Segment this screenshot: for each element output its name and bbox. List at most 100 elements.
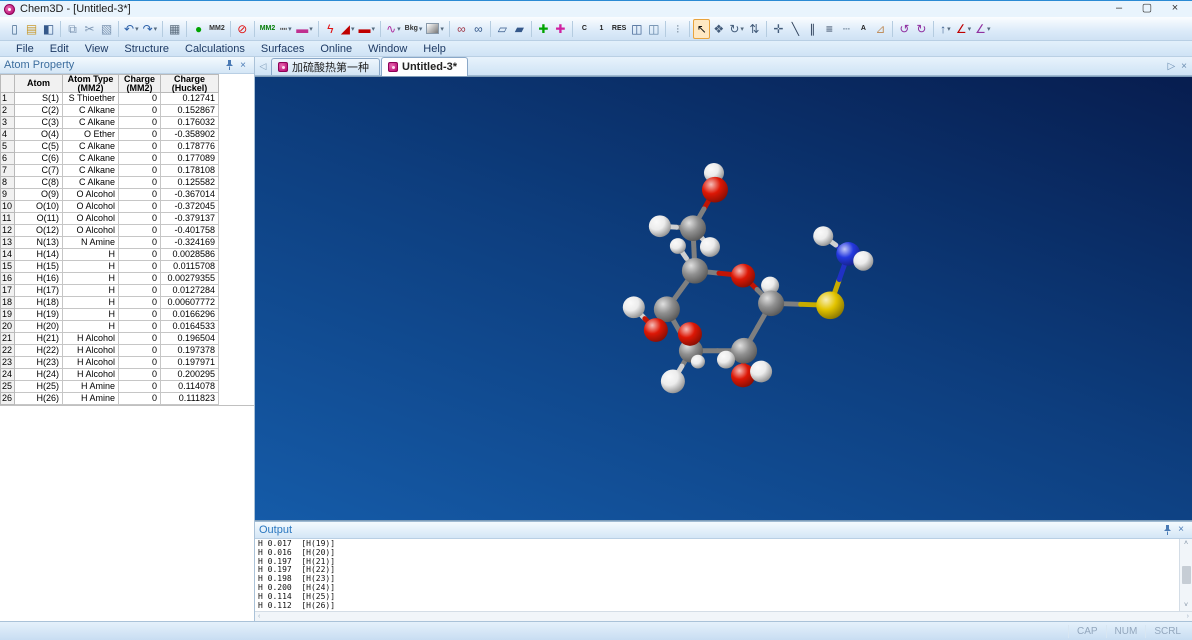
table-cell[interactable]: 0.0115708 [160,260,219,273]
rotate-bond-right-icon[interactable]: ↻ [913,19,930,39]
table-cell[interactable]: 0 [118,332,161,345]
pin-icon[interactable] [222,59,236,72]
table-cell[interactable]: 0 [118,320,161,333]
zoom-tool-icon[interactable]: ⇅ [746,19,763,39]
table-cell[interactable]: 0.177089 [160,152,219,165]
close-panel-icon[interactable]: × [236,59,250,72]
row-number-cell[interactable]: 24 [0,368,15,381]
atom-H[interactable] [660,369,685,394]
copy-icon[interactable]: ⧉ [64,19,81,39]
table-cell[interactable]: 0.152867 [160,104,219,117]
row-number-cell[interactable]: 17 [0,284,15,297]
table-cell[interactable]: C(7) [14,164,63,177]
atom-H[interactable] [669,238,686,254]
atom-C[interactable] [681,257,708,284]
table-cell[interactable]: C Alkane [62,152,119,165]
table-cell[interactable]: C(6) [14,152,63,165]
row-number-cell[interactable]: 8 [0,176,15,189]
table-cell[interactable]: 0.0166296 [160,308,219,321]
table-cell[interactable]: H(15) [14,260,63,273]
row-number-cell[interactable]: 18 [0,296,15,309]
atom-H[interactable] [690,354,705,369]
table-cell[interactable]: 0.0127284 [160,284,219,297]
table-cell[interactable]: H(23) [14,356,63,369]
row-number-cell[interactable]: 3 [0,116,15,129]
output-vertical-scrollbar[interactable]: ˄ ˅ [1179,538,1192,611]
print-icon[interactable]: ▦ [166,19,183,39]
row-number-cell[interactable]: 23 [0,356,15,369]
atom-H[interactable] [648,215,671,238]
rectangle-tool-icon[interactable]: ▬ ▾ [294,19,315,39]
tab-scroll-right-icon[interactable]: ▷ [1167,61,1175,72]
run-job-icon[interactable]: ● [190,19,207,39]
table-cell[interactable]: H(14) [14,248,63,261]
cut-icon[interactable]: ✂ [81,19,98,39]
table-cell[interactable]: O(4) [14,128,63,141]
table-cell[interactable]: O(9) [14,188,63,201]
bond-double-tool-icon[interactable]: ∥ [804,19,821,39]
table-cell[interactable]: 0 [118,224,161,237]
row-number-cell[interactable]: 21 [0,332,15,345]
add-hydrogens-icon[interactable]: ✚ [535,19,552,39]
dropdown-caret-icon[interactable]: ▾ [968,25,972,33]
menu-calculations[interactable]: Calculations [177,41,253,57]
atom-C[interactable] [653,296,680,323]
dihedral-driver-icon[interactable]: ∠ ▾ [954,19,973,39]
table-cell[interactable]: -0.324169 [160,236,219,249]
table-cell[interactable]: H(16) [14,272,63,285]
row-number-cell[interactable]: 4 [0,128,15,141]
residue-labels-icon[interactable]: RES [610,19,628,39]
table-cell[interactable]: 0.196504 [160,332,219,345]
table-cell[interactable]: C Alkane [62,104,119,117]
table-cell[interactable]: 0.114078 [160,380,219,393]
table-cell[interactable]: O Alcohol [62,212,119,225]
table-cell[interactable]: 0 [118,128,161,141]
table-cell[interactable]: 0 [118,296,161,309]
table-cell[interactable]: N(13) [14,236,63,249]
row-number-cell[interactable]: 19 [0,308,15,321]
pan-tool-icon[interactable]: ❖ [710,19,727,39]
column-header[interactable]: Charge (MM2) [118,74,161,93]
table-cell[interactable]: 0 [118,260,161,273]
model-playback-icon[interactable]: ◫ [645,19,662,39]
table-cell[interactable]: 0 [118,116,161,129]
bond-dashed-tool-icon[interactable]: ┄ [838,19,855,39]
table-cell[interactable]: H(20) [14,320,63,333]
table-cell[interactable]: H [62,248,119,261]
table-cell[interactable]: 0 [118,380,161,393]
new-document-icon[interactable]: ▯ [6,19,23,39]
dropdown-caret-icon[interactable]: ▾ [309,25,313,33]
dropdown-caret-icon[interactable]: ▾ [397,25,401,33]
open-folder-icon[interactable]: ▤ [23,19,40,39]
atom-S[interactable] [816,291,845,320]
row-number-cell[interactable]: 1 [0,92,15,105]
table-cell[interactable]: 0 [118,356,161,369]
row-number-cell[interactable]: 2 [0,104,15,117]
row-number-cell[interactable]: 7 [0,164,15,177]
row-number-cell[interactable]: 13 [0,236,15,249]
rotate-bond-left-icon[interactable]: ↺ [896,19,913,39]
model-display-icon[interactable]: ◫ [628,19,645,39]
table-cell[interactable]: 0.0164533 [160,320,219,333]
table-cell[interactable]: 0 [118,368,161,381]
scroll-left-icon[interactable]: ‹ [258,613,260,620]
close-button[interactable]: × [1162,2,1188,16]
carbon-labels-icon[interactable]: C [576,19,593,39]
atom-H[interactable] [853,250,874,271]
atom-H[interactable] [750,360,773,383]
redo-icon[interactable]: ↷ ▾ [141,19,160,39]
row-number-cell[interactable]: 5 [0,140,15,153]
bond-length-icon[interactable]: ▬ ▾ [357,19,378,39]
table-cell[interactable]: O(12) [14,224,63,237]
close-panel-icon[interactable]: × [1174,523,1188,536]
column-header[interactable]: Atom [14,74,63,93]
table-cell[interactable]: H Amine [62,392,119,405]
table-cell[interactable]: N Amine [62,236,119,249]
table-cell[interactable]: H Amine [62,380,119,393]
row-number-cell[interactable]: 10 [0,200,15,213]
table-cell[interactable]: 0 [118,344,161,357]
atom-O[interactable] [701,176,729,203]
save-icon[interactable]: ◧ [40,19,57,39]
measurement-tool-icon[interactable]: ┉ ▾ [277,19,294,39]
eraser-tool-icon[interactable]: ⊿ [872,19,889,39]
